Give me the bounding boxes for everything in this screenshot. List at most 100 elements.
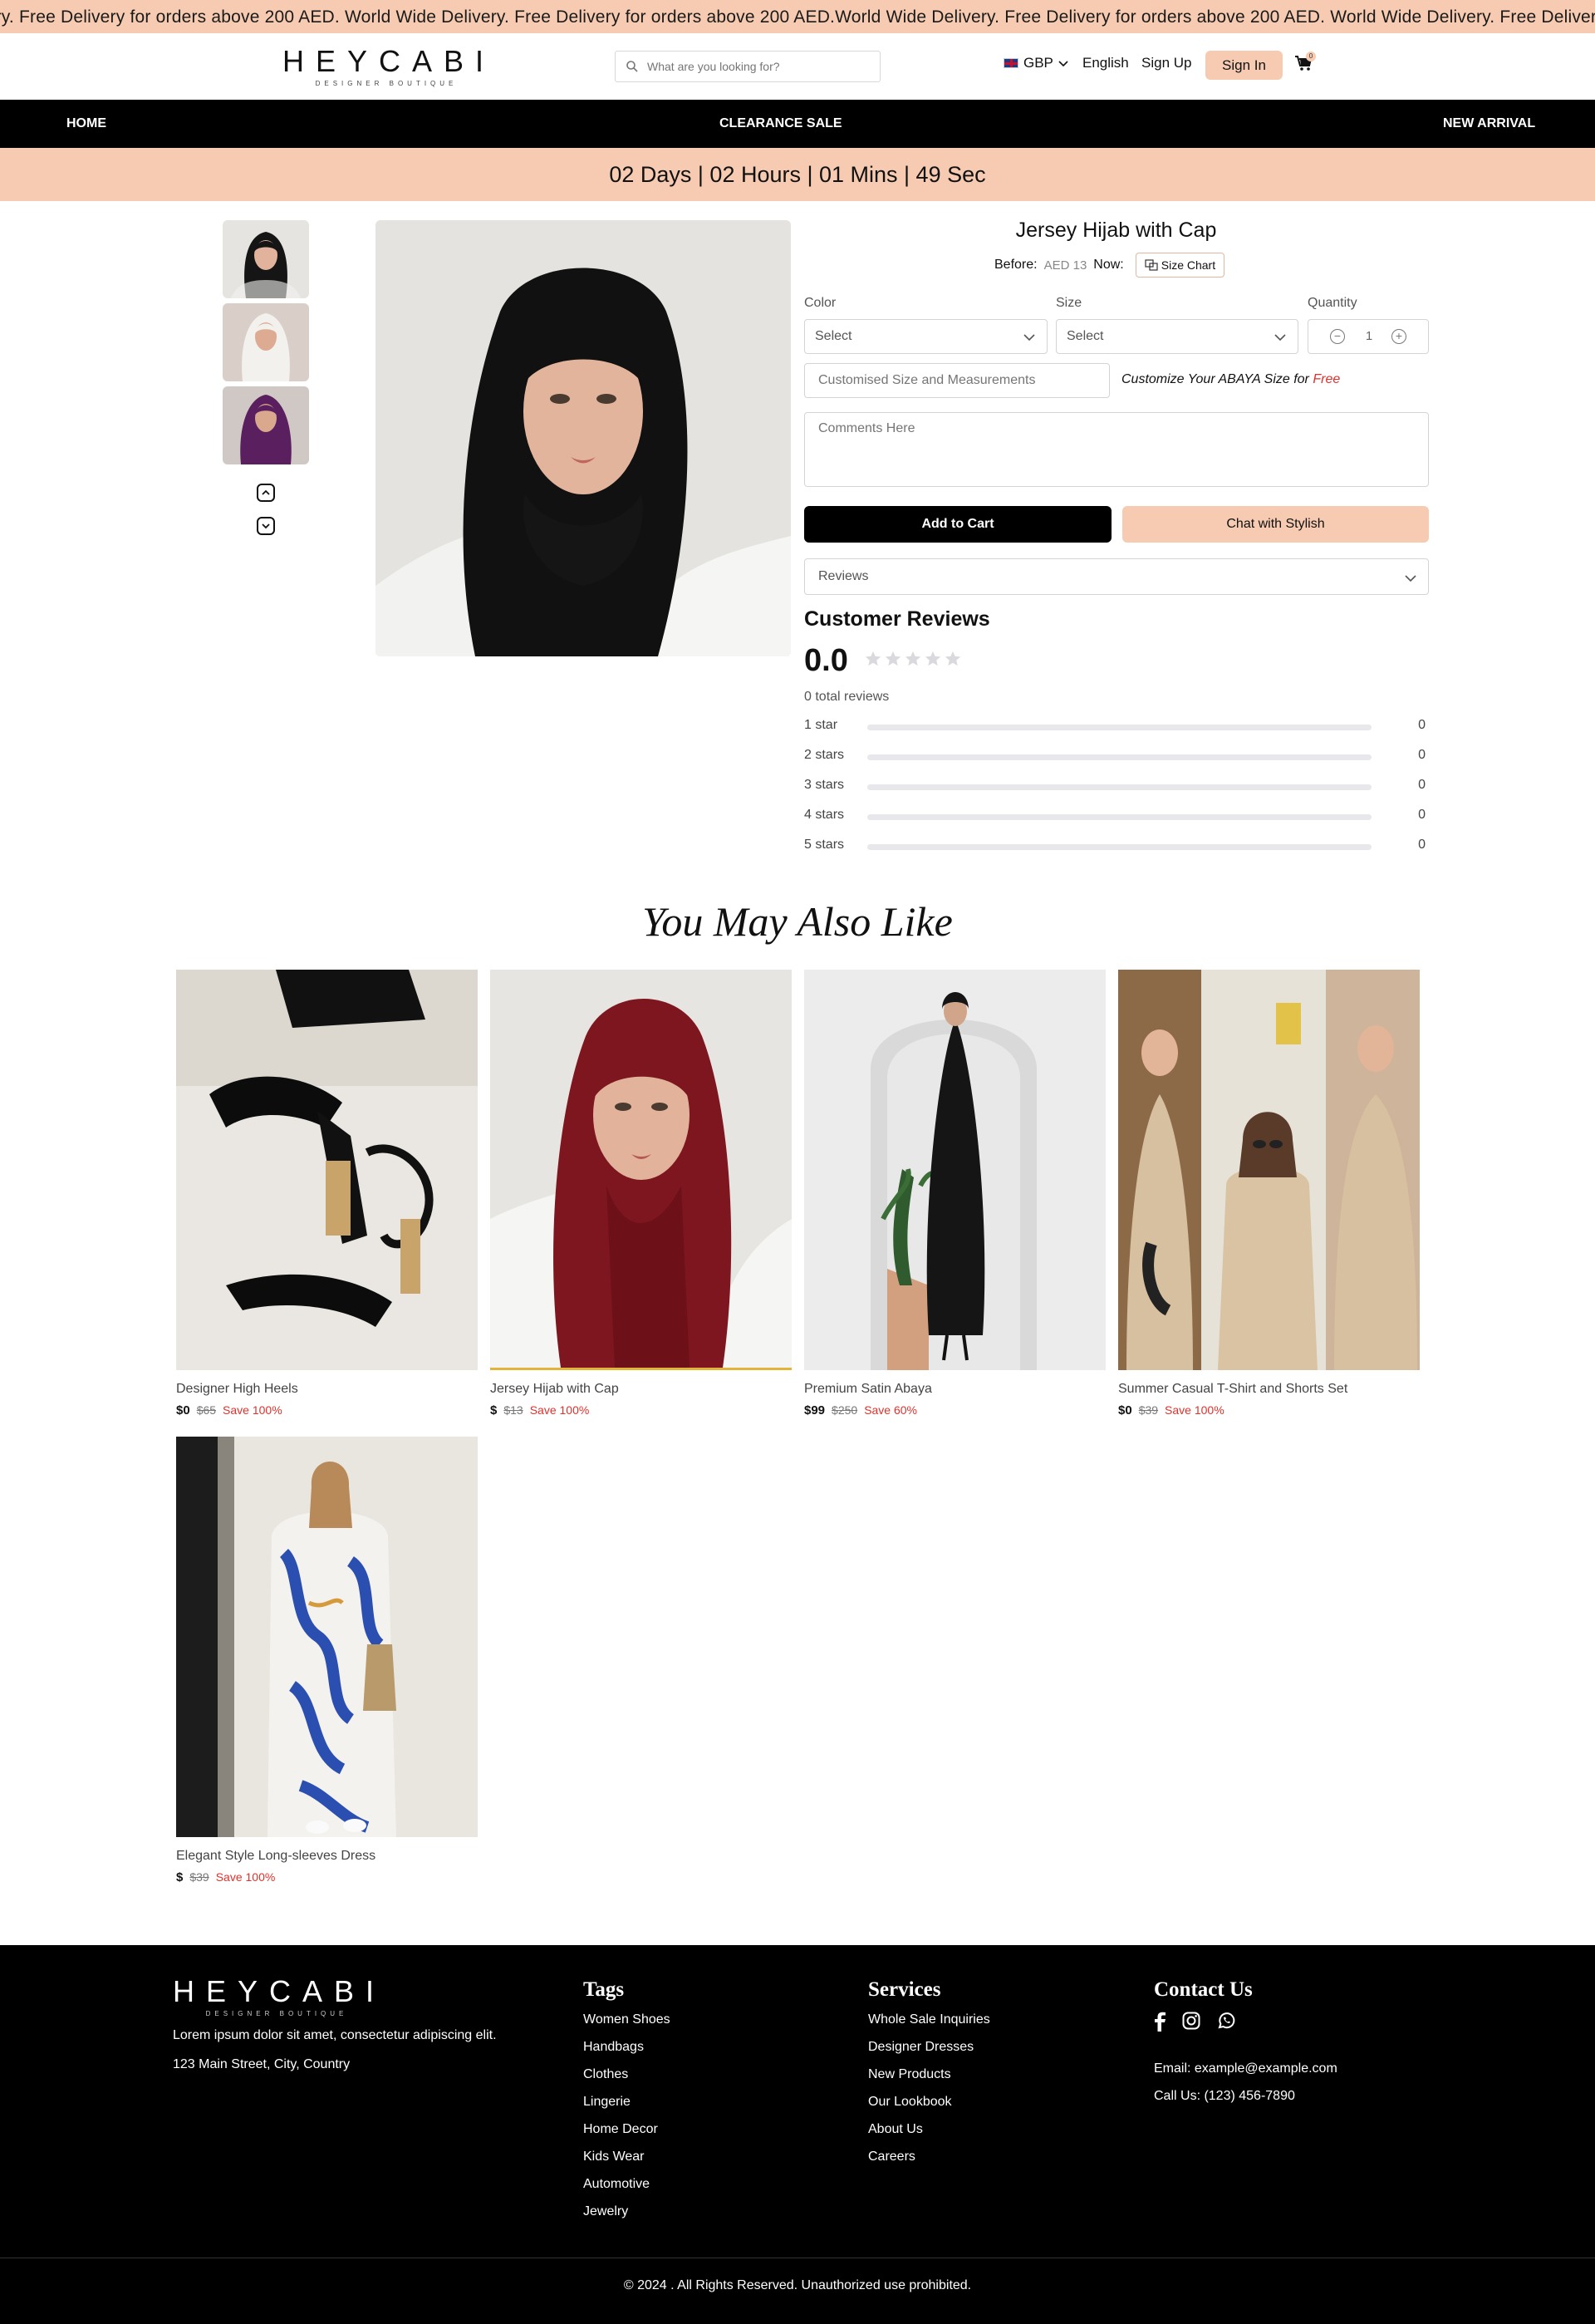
- footer-service-link[interactable]: Our Lookbook: [868, 2094, 990, 2121]
- rating-bar-row: 3 stars 0: [804, 778, 1429, 794]
- star-icon: [885, 651, 901, 666]
- price-was: $250: [832, 1403, 858, 1417]
- site-logo[interactable]: HEYCABI DESIGNER BOUTIQUE: [282, 44, 496, 88]
- product-card-image[interactable]: [176, 970, 478, 1370]
- custom-size-note: Customize Your ABAYA Size for Free: [1121, 372, 1340, 387]
- minus-icon[interactable]: −: [1330, 329, 1345, 344]
- footer-logo-subtitle: DESIGNER BOUTIQUE: [205, 2010, 348, 2017]
- product-card-image[interactable]: [804, 970, 1106, 1370]
- instagram-icon[interactable]: [1182, 2012, 1200, 2036]
- add-to-cart-button[interactable]: Add to Cart: [804, 506, 1112, 543]
- rating-bar-track: [867, 754, 1372, 760]
- logo-wordmark: HEYCABI: [282, 44, 496, 78]
- size-chart-icon: [1145, 259, 1158, 271]
- price-save: Save 100%: [215, 1870, 276, 1884]
- comments-field[interactable]: [804, 412, 1429, 487]
- product-card-name[interactable]: Summer Casual T-Shirt and Shorts Set: [1118, 1382, 1420, 1397]
- product-card-price: $0 $39 Save 100%: [1118, 1403, 1420, 1417]
- product-card-name[interactable]: Premium Satin Abaya: [804, 1382, 1106, 1397]
- sign-up-link[interactable]: Sign Up: [1141, 55, 1191, 71]
- footer-tag-link[interactable]: Clothes: [583, 2066, 670, 2094]
- language-selector[interactable]: English: [1082, 55, 1129, 71]
- nav-new-arrival[interactable]: NEW ARRIVAL: [1443, 116, 1535, 131]
- product-card-image[interactable]: [1118, 970, 1420, 1370]
- rating-bar-label: 1 star: [804, 718, 838, 732]
- search-input[interactable]: [647, 52, 871, 81]
- product-thumbnail-2[interactable]: [223, 303, 309, 381]
- size-chart-button[interactable]: Size Chart: [1135, 253, 1225, 278]
- rating-bar-count: 0: [1418, 808, 1426, 822]
- footer-tag-link[interactable]: Lingerie: [583, 2094, 670, 2121]
- product-card-name[interactable]: Designer High Heels: [176, 1382, 478, 1397]
- average-rating: 0.0: [804, 643, 848, 678]
- thumbnail-up-button[interactable]: [257, 484, 275, 502]
- thumbnail-down-button[interactable]: [257, 517, 275, 535]
- custom-note-free: Free: [1313, 372, 1341, 386]
- plus-icon[interactable]: +: [1391, 329, 1406, 344]
- product-card-name[interactable]: Elegant Style Long-sleeves Dress: [176, 1849, 478, 1864]
- product-card-image[interactable]: [176, 1437, 478, 1837]
- custom-size-input[interactable]: [804, 363, 1110, 398]
- product-card-image[interactable]: [490, 970, 792, 1370]
- footer-tag-link[interactable]: Jewelry: [583, 2204, 670, 2231]
- total-reviews: 0 total reviews: [804, 690, 890, 704]
- product-thumbnail-1[interactable]: [223, 220, 309, 298]
- star-icon: [905, 651, 921, 666]
- footer-services: Services Whole Sale Inquiries Designer D…: [868, 1978, 990, 2176]
- footer-service-link[interactable]: About Us: [868, 2121, 990, 2149]
- product-card[interactable]: Premium Satin Abaya $99 $250 Save 60%: [804, 970, 1106, 1417]
- search-box[interactable]: [615, 51, 881, 82]
- star-icon: [925, 651, 941, 666]
- size-select-value: Select: [1067, 329, 1104, 343]
- product-card-name[interactable]: Jersey Hijab with Cap: [490, 1382, 792, 1397]
- footer-tag-link[interactable]: Automotive: [583, 2176, 670, 2204]
- product-main-image[interactable]: [375, 220, 791, 656]
- rating-bar-label: 3 stars: [804, 778, 845, 792]
- footer-service-link[interactable]: Designer Dresses: [868, 2039, 990, 2066]
- footer-service-link[interactable]: New Products: [868, 2066, 990, 2094]
- price-line: Before: AED 13 Now: Size Chart: [994, 253, 1225, 278]
- price-save: Save 100%: [223, 1403, 282, 1417]
- size-select[interactable]: Select: [1056, 319, 1298, 354]
- sign-in-button[interactable]: Sign In: [1205, 51, 1283, 80]
- price-was: $13: [503, 1403, 523, 1417]
- product-card-price: $ $13 Save 100%: [490, 1403, 792, 1417]
- color-select[interactable]: Select: [804, 319, 1048, 354]
- footer-email[interactable]: Email: example@example.com: [1154, 2061, 1337, 2088]
- reviews-dropdown[interactable]: Reviews: [804, 558, 1429, 595]
- product-card-price: $0 $65 Save 100%: [176, 1403, 478, 1417]
- size-chart-label: Size Chart: [1161, 258, 1216, 272]
- footer-logo[interactable]: HEYCABI DESIGNER BOUTIQUE: [173, 1975, 380, 2018]
- footer-contact-title: Contact Us: [1154, 1978, 1253, 2001]
- product-card[interactable]: Elegant Style Long-sleeves Dress $ $39 S…: [176, 1437, 478, 1884]
- rating-bar-row: 1 star 0: [804, 718, 1429, 735]
- color-label: Color: [804, 296, 837, 310]
- nav-home[interactable]: HOME: [66, 116, 106, 131]
- nav-clearance-sale[interactable]: CLEARANCE SALE: [719, 116, 842, 131]
- rating-bar-label: 4 stars: [804, 808, 845, 822]
- footer-tag-link[interactable]: Women Shoes: [583, 2012, 670, 2039]
- rating-bar-track: [867, 814, 1372, 820]
- product-card[interactable]: Summer Casual T-Shirt and Shorts Set $0 …: [1118, 970, 1420, 1417]
- chat-with-stylist-button[interactable]: Chat with Stylish: [1122, 506, 1429, 543]
- product-card[interactable]: Designer High Heels $0 $65 Save 100%: [176, 970, 478, 1417]
- footer-tag-link[interactable]: Handbags: [583, 2039, 670, 2066]
- footer-service-link[interactable]: Careers: [868, 2149, 990, 2176]
- product-card[interactable]: Jersey Hijab with Cap $ $13 Save 100%: [490, 970, 792, 1417]
- announcement-text: very. Free Delivery for orders above 200…: [0, 7, 1595, 27]
- footer-tag-link[interactable]: Home Decor: [583, 2121, 670, 2149]
- footer-phone[interactable]: Call Us: (123) 456-7890: [1154, 2088, 1337, 2115]
- facebook-icon[interactable]: [1154, 2012, 1166, 2036]
- footer-service-link[interactable]: Whole Sale Inquiries: [868, 2012, 990, 2039]
- product-thumbnail-3[interactable]: [223, 386, 309, 464]
- footer-tag-link[interactable]: Kids Wear: [583, 2149, 670, 2176]
- color-select-value: Select: [815, 329, 852, 343]
- rating-bar-track: [867, 784, 1372, 790]
- currency-selector[interactable]: GBP: [1004, 55, 1068, 71]
- whatsapp-icon[interactable]: [1217, 2012, 1235, 2036]
- before-label: Before:: [994, 258, 1038, 272]
- before-price: AED 13: [1043, 258, 1087, 273]
- rating-stars: [864, 650, 962, 668]
- quantity-value[interactable]: 1: [1362, 329, 1377, 343]
- custom-note-text: Customize Your ABAYA Size for: [1121, 372, 1309, 386]
